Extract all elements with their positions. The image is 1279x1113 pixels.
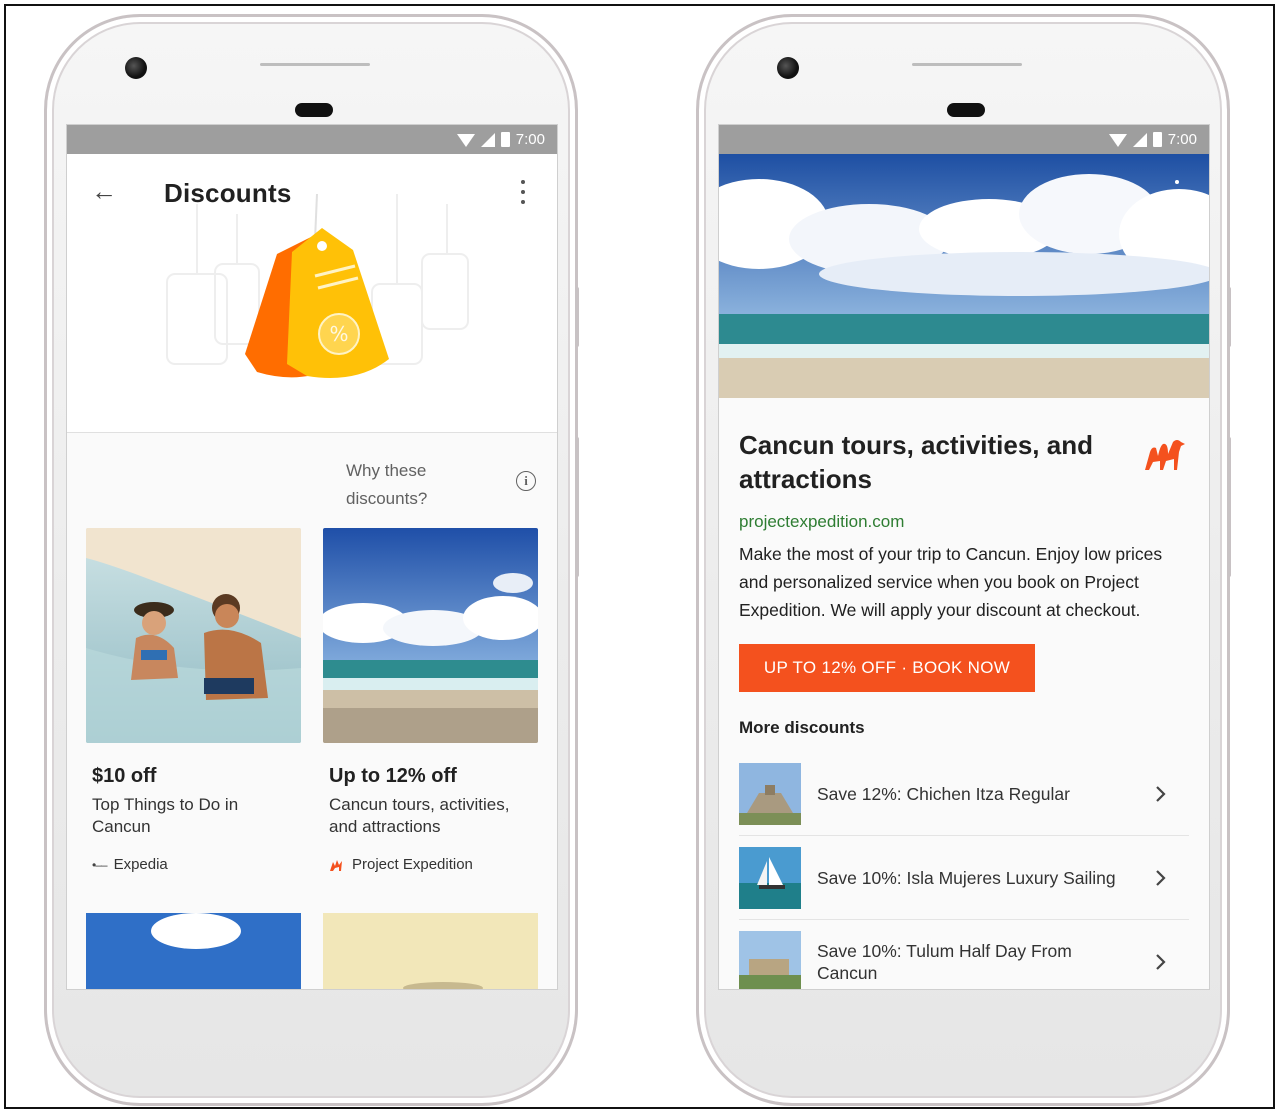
power-button — [1227, 287, 1231, 347]
camel-logo-icon — [1145, 440, 1185, 470]
phone-right: 7:00 ← Cancun tours, activities, and att… — [696, 14, 1231, 1106]
speaker — [947, 103, 985, 117]
offer-description: Make the most of your trip to Cancun. En… — [739, 544, 1163, 620]
list-item[interactable]: Save 12%: Chichen Itza Regular — [739, 752, 1189, 836]
tulum-thumbnail — [739, 930, 801, 989]
screen-discounts: 7:00 ← Discounts % Why these discounts? … — [66, 124, 558, 990]
front-camera — [125, 57, 147, 79]
why-discounts-row[interactable]: Why these discounts? i — [67, 433, 557, 528]
back-arrow-icon[interactable]: ← — [741, 174, 767, 205]
front-camera — [777, 57, 799, 79]
back-arrow-icon[interactable]: ← — [91, 176, 117, 207]
card-title: $10 off — [92, 765, 157, 787]
signal-icon — [1132, 132, 1147, 147]
signal-icon — [480, 132, 495, 147]
list-item-label: Save 12%: Chichen Itza Regular — [817, 783, 1070, 804]
book-now-button[interactable]: UP TO 12% OFF · BOOK NOW — [739, 644, 1035, 692]
sailing-thumbnail — [739, 846, 801, 909]
earpiece — [260, 63, 370, 66]
why-discounts-text[interactable]: Why these discounts? — [346, 457, 466, 513]
offer-title: Cancun tours, activities, and attraction… — [739, 430, 1093, 494]
volume-button — [575, 437, 579, 577]
list-item-label: Save 10%: Isla Mujeres Luxury Sailing — [817, 867, 1116, 888]
card-source-name: Project Expedition — [352, 856, 473, 873]
beach-sky-image — [323, 528, 538, 743]
info-icon[interactable]: i — [516, 471, 536, 491]
discounts-header: ← Discounts % — [67, 154, 557, 433]
more-options-icon[interactable] — [521, 180, 525, 204]
status-time: 7:00 — [1167, 131, 1197, 148]
beach-couple-image — [86, 528, 301, 743]
offer-url[interactable]: projectexpedition.com — [739, 512, 1189, 532]
chevron-right-icon — [1156, 869, 1166, 886]
svg-text:%: % — [329, 322, 348, 346]
discount-card-peek[interactable] — [323, 913, 538, 989]
chichen-itza-thumbnail — [739, 762, 801, 825]
more-discounts-list: Save 12%: Chichen Itza Regular Save 10%:… — [739, 752, 1189, 989]
more-discounts-heading: More discounts — [739, 718, 865, 737]
hero-beach-image: ← — [719, 154, 1209, 398]
camel-icon — [330, 859, 342, 871]
more-options-icon[interactable] — [1175, 180, 1179, 204]
battery-icon — [1152, 132, 1162, 147]
discount-card-peek[interactable] — [86, 913, 301, 989]
card-source: Project Expedition — [329, 856, 538, 873]
discount-card-expedia[interactable]: $10 off Top Things to Do in Cancun •–– E… — [86, 528, 301, 873]
chevron-right-icon — [1156, 785, 1166, 802]
speaker — [295, 103, 333, 117]
list-item[interactable]: Save 10%: Isla Mujeres Luxury Sailing — [739, 836, 1189, 920]
chevron-right-icon — [1156, 953, 1166, 970]
card-title: Up to 12% off — [329, 765, 457, 787]
screen-offer-detail: 7:00 ← Cancun tours, activities, and att… — [718, 124, 1210, 990]
card-description: Top Things to Do in Cancun — [92, 795, 239, 836]
power-button — [575, 287, 579, 347]
volume-button — [1227, 437, 1231, 577]
wifi-icon — [456, 134, 475, 147]
status-time: 7:00 — [515, 131, 545, 148]
phone-left: 7:00 ← Discounts % Why these discounts? … — [44, 14, 579, 1106]
discount-card-project-expedition[interactable]: Up to 12% off Cancun tours, activities, … — [323, 528, 538, 873]
discount-tag-illustration: % — [166, 194, 469, 378]
list-item-label: Save 10%: Tulum Half Day From Cancun — [817, 940, 1072, 983]
status-bar: 7:00 — [719, 125, 1209, 154]
list-item[interactable]: Save 10%: Tulum Half Day From Cancun — [739, 920, 1189, 989]
card-source: •–– Expedia — [92, 856, 301, 873]
status-bar: 7:00 — [67, 125, 557, 154]
expedia-logo-icon: •–– — [92, 857, 108, 872]
card-description: Cancun tours, activities, and attraction… — [329, 795, 510, 836]
earpiece — [912, 63, 1022, 66]
wifi-icon — [1108, 134, 1127, 147]
offer-detail: Cancun tours, activities, and attraction… — [719, 398, 1209, 989]
card-source-name: Expedia — [113, 856, 168, 873]
battery-icon — [500, 132, 510, 147]
